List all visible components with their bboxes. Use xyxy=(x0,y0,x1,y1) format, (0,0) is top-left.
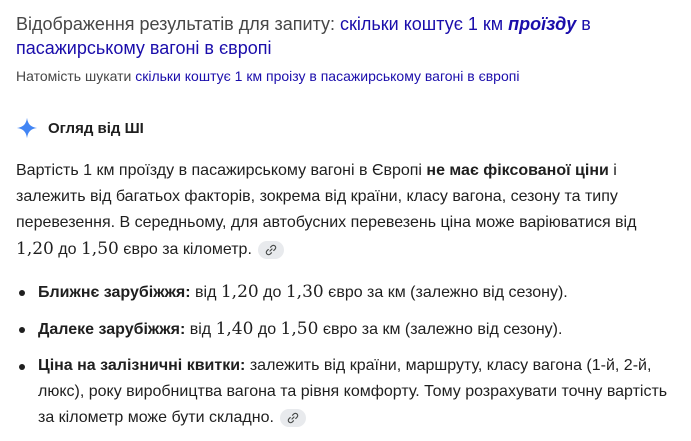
query-part-before: скільки коштує 1 км xyxy=(340,14,509,34)
search-instead-prefix: Натомість шукати xyxy=(16,68,136,84)
price-max-value: 1,50 xyxy=(80,239,119,259)
bullet-value-min: 1,40 xyxy=(215,319,254,339)
search-correction-header: Відображення результатів для запиту: скі… xyxy=(16,12,676,86)
list-item: Далеке зарубіжжя: від 1,40 до 1,50 євро … xyxy=(16,316,676,343)
ai-overview-header: Огляд від ШІ xyxy=(16,117,144,139)
query-corrected-word: проїзду xyxy=(508,14,577,34)
paragraph-text-1: Вартість 1 км проїзду в пасажирському ва… xyxy=(16,162,427,179)
ai-overview-content: Вартість 1 км проїзду в пасажирському ва… xyxy=(16,158,676,441)
sparkle-icon xyxy=(16,117,38,139)
source-link-button[interactable] xyxy=(257,240,284,259)
bullet-label: Ціна на залізничні квитки: xyxy=(38,357,246,374)
showing-results-line: Відображення результатів для запиту: скі… xyxy=(16,12,676,60)
bullet-label: Ближнє зарубіжжя: xyxy=(38,284,191,301)
bullet-text: до xyxy=(258,284,286,301)
bullet-value-max: 1,50 xyxy=(280,319,319,339)
bullet-value-min: 1,20 xyxy=(220,282,259,302)
overview-bullet-list: Ближнє зарубіжжя: від 1,20 до 1,30 євро … xyxy=(16,279,676,431)
bullet-text: до xyxy=(253,321,281,338)
bullet-value-max: 1,30 xyxy=(285,282,324,302)
paragraph-text-4: євро за кілометр. xyxy=(118,241,252,258)
ai-overview-title: Огляд від ШІ xyxy=(48,119,144,137)
bullet-text: від xyxy=(190,284,221,301)
bullet-text: євро за км (залежно від сезону). xyxy=(323,284,568,301)
bullet-text: євро за км (залежно від сезону). xyxy=(318,321,563,338)
link-icon xyxy=(265,244,277,255)
price-min-value: 1,20 xyxy=(16,239,54,259)
paragraph-bold-text: не має фіксованої ціни xyxy=(426,162,609,179)
list-item: Ціна на залізничні квитки: залежить від … xyxy=(16,353,676,431)
overview-paragraph: Вартість 1 км проїзду в пасажирському ва… xyxy=(16,158,676,263)
showing-results-prefix: Відображення результатів для запиту: xyxy=(16,14,341,34)
search-instead-line: Натомість шукати скільки коштує 1 км про… xyxy=(16,66,676,86)
bullet-text: від xyxy=(185,321,216,338)
link-icon xyxy=(287,412,299,423)
list-item: Ближнє зарубіжжя: від 1,20 до 1,30 євро … xyxy=(16,279,676,306)
bullet-label: Далеке зарубіжжя: xyxy=(38,321,186,338)
paragraph-text-3: до xyxy=(53,241,81,258)
original-query-link[interactable]: скільки коштує 1 км проізу в пасажирсько… xyxy=(135,68,519,84)
source-link-button[interactable] xyxy=(279,408,306,427)
